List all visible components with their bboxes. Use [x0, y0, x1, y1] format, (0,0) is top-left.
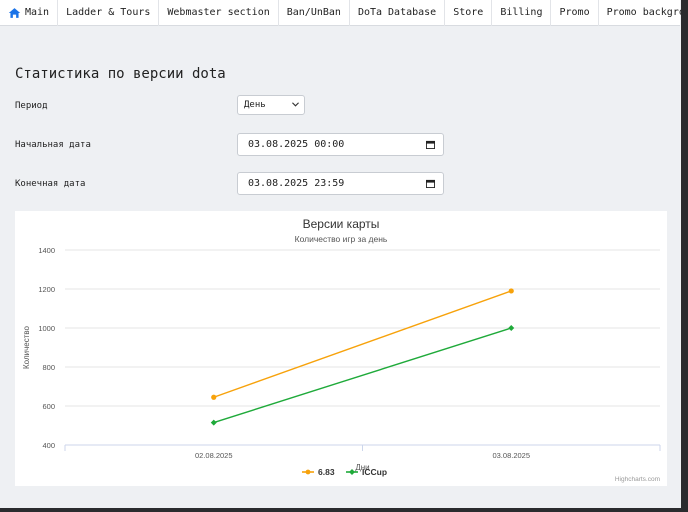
home-icon [8, 8, 21, 18]
start-date-value: 03.08.2025 00:00 [248, 139, 345, 150]
nav-item-store[interactable]: Store [445, 0, 493, 26]
nav-item-label: Promo background [606, 7, 688, 18]
start-date-input[interactable]: 03.08.2025 00:00 [237, 133, 444, 156]
chart-title: Версии карты [303, 217, 380, 231]
y-tick-label: 400 [42, 441, 55, 450]
calendar-icon[interactable] [426, 179, 435, 188]
calendar-icon[interactable] [426, 140, 435, 149]
y-tick-label: 800 [42, 363, 55, 372]
y-tick-label: 1400 [38, 246, 55, 255]
nav-item-label: Ban/UnBan [286, 7, 341, 18]
chart-credit: Highcharts.com [615, 476, 660, 483]
nav-item-label: Billing [500, 7, 543, 18]
legend-item-label: ICCup [362, 467, 387, 477]
y-tick-label: 600 [42, 402, 55, 411]
nav-item-label: Ladder & Tours [66, 7, 151, 18]
legend-symbol-marker [305, 469, 311, 475]
nav-item-promo-background[interactable]: Promo background [599, 0, 688, 26]
nav-item-billing[interactable]: Billing [492, 0, 552, 26]
legend-symbol-marker [349, 469, 355, 475]
x-tick-label: 02.08.2025 [195, 451, 233, 460]
nav-item-webmaster-section[interactable]: Webmaster section [159, 0, 279, 26]
y-tick-label: 1000 [38, 324, 55, 333]
data-point [508, 288, 514, 294]
nav-item-main[interactable]: Main [0, 0, 59, 26]
nav-item-dota-database[interactable]: DoTa Database [350, 0, 446, 26]
page-title: Статистика по версии dota [15, 66, 226, 82]
line-chart: Версии карты Количество игр за день 400 600… [22, 217, 661, 483]
nav-item-label: Promo [559, 7, 590, 18]
nav-item-label: Store [453, 7, 484, 18]
nav-item-label: Main [25, 7, 50, 18]
data-point [508, 325, 515, 331]
start-date-label: Начальная дата [15, 140, 91, 150]
end-date-value: 03.08.2025 23:59 [248, 178, 345, 189]
nav-item-label: Webmaster section [167, 7, 270, 18]
nav-item-promo[interactable]: Promo [551, 0, 599, 26]
chart-container: Версии карты Количество игр за день 400 600… [15, 211, 667, 486]
nav-item-ladder-tours[interactable]: Ladder & Tours [58, 0, 160, 26]
nav-item-label: DoTa Database [357, 7, 437, 18]
window-edge-right [681, 0, 688, 512]
period-label: Период [15, 101, 48, 111]
top-navbar: Main Ladder & Tours Webmaster section Ba… [0, 0, 688, 26]
legend-item-label: 6.83 [318, 467, 335, 477]
chart-subtitle: Количество игр за день [295, 234, 388, 244]
period-select-value: День [244, 100, 266, 110]
nav-item-ban-unban[interactable]: Ban/UnBan [279, 0, 350, 26]
series-line-1 [213, 327, 512, 424]
data-point [211, 394, 217, 400]
x-tick-label: 03.08.2025 [492, 451, 530, 460]
period-select[interactable]: День [237, 95, 305, 115]
end-date-input[interactable]: 03.08.2025 23:59 [237, 172, 444, 195]
data-point [210, 419, 217, 426]
y-axis-label: Количество [22, 325, 31, 369]
window-edge-bottom [0, 508, 688, 512]
chevron-down-icon [292, 102, 299, 107]
series-line-0 [213, 290, 512, 398]
end-date-label: Конечная дата [15, 179, 86, 189]
y-tick-label: 1200 [38, 285, 55, 294]
